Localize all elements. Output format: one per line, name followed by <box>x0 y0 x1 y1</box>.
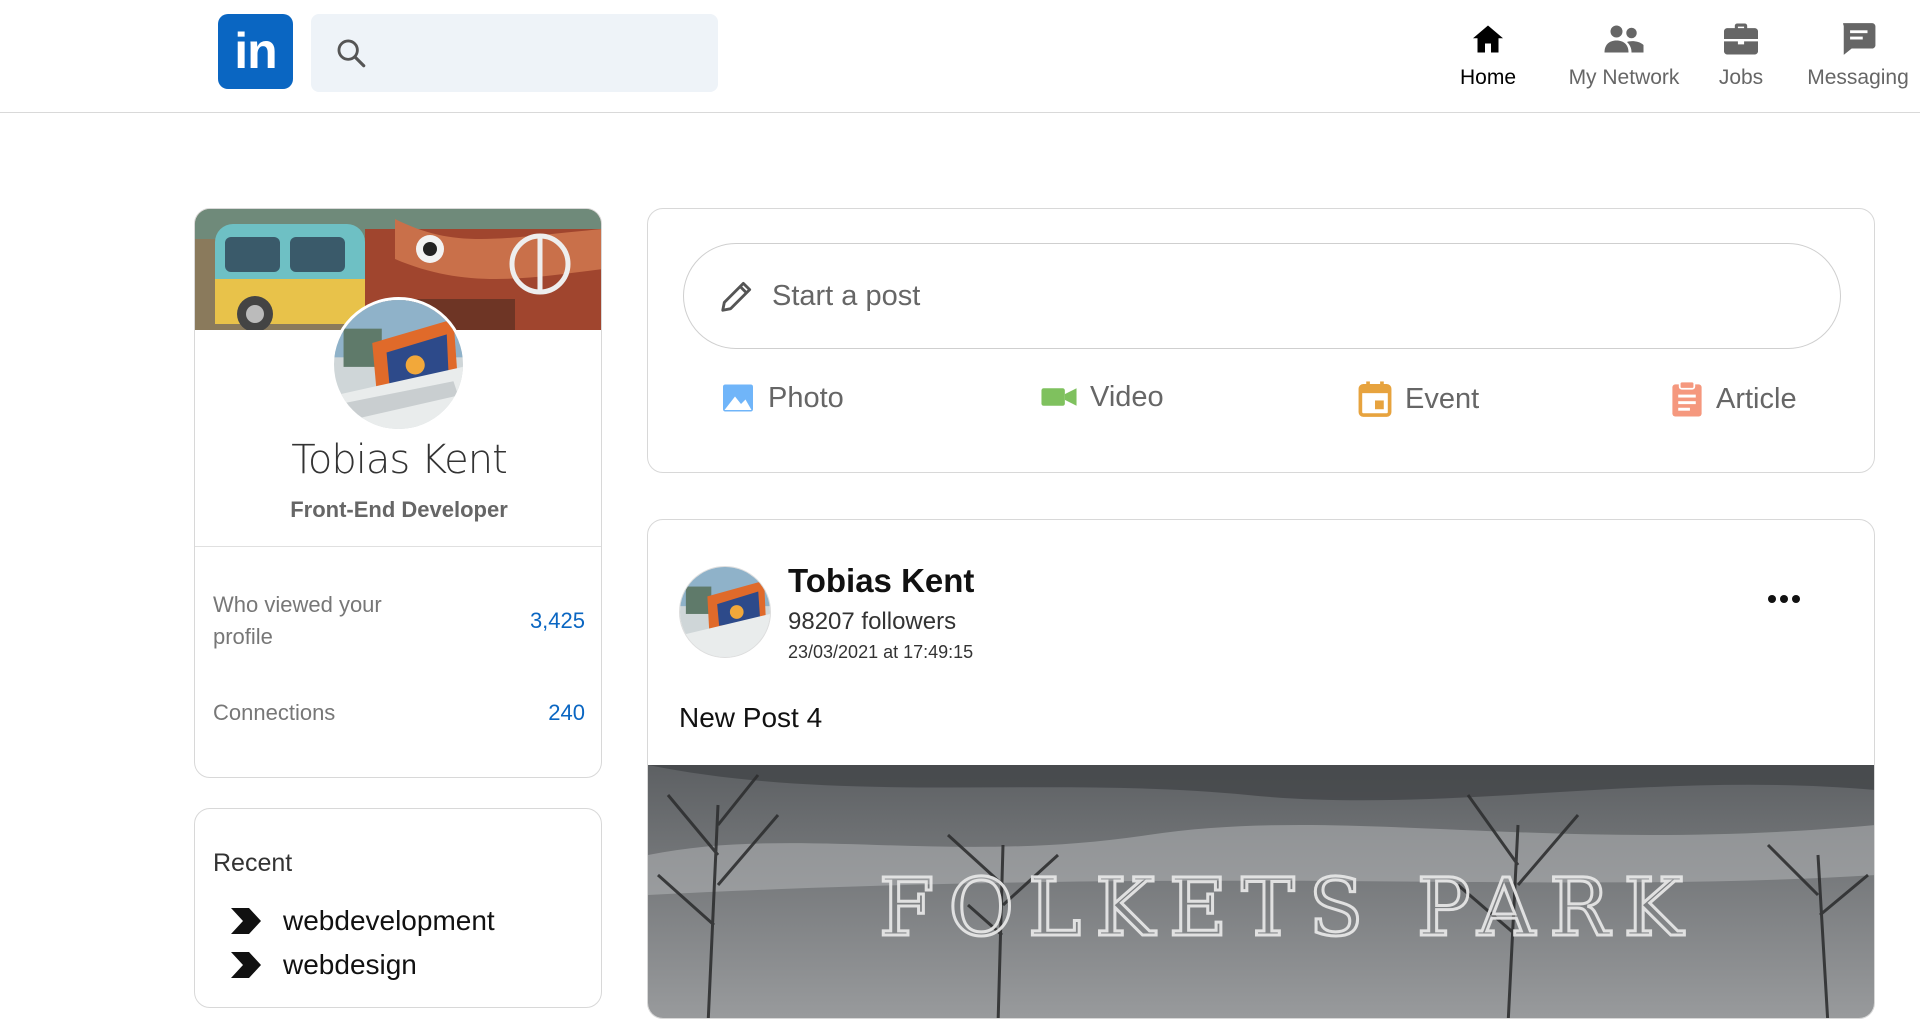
stat-connections-label: Connections <box>213 700 336 725</box>
recent-item[interactable]: webdevelopment <box>231 905 495 937</box>
stat-profile-viewers-label: Who viewed your profile <box>213 592 382 649</box>
feed-post: Tobias Kent 98207 followers 23/03/2021 a… <box>647 519 1875 1019</box>
profile-divider <box>195 546 601 547</box>
start-post-input[interactable]: Start a post <box>683 243 1841 349</box>
nav-home-label: Home <box>1459 66 1517 89</box>
start-post-placeholder: Start a post <box>772 279 921 312</box>
search-icon <box>337 39 366 68</box>
profile-card: Tobias Kent Front-End Developer Who view… <box>194 208 602 778</box>
home-icon <box>1473 25 1503 53</box>
main-nav: Home My Network Jobs Messaging <box>1434 18 1920 98</box>
hashtag-chevron-icon <box>231 952 261 978</box>
nav-my-network[interactable]: My Network <box>1558 18 1690 98</box>
article-button-label: Article <box>1716 382 1797 415</box>
post-text: New Post 4 <box>679 702 823 733</box>
nav-messaging[interactable]: Messaging <box>1798 18 1918 98</box>
photo-button[interactable]: Photo <box>720 380 844 416</box>
post-author-avatar[interactable] <box>679 566 771 658</box>
recent-item-label: webdevelopment <box>283 905 495 936</box>
event-icon <box>1358 381 1392 417</box>
event-button-label: Event <box>1405 382 1480 415</box>
nav-jobs[interactable]: Jobs <box>1700 18 1782 98</box>
more-dots-icon <box>1768 595 1800 603</box>
stat-connections-value: 240 <box>548 700 585 725</box>
post-author-name[interactable]: Tobias Kent <box>788 562 974 600</box>
recent-item-label: webdesign <box>283 949 417 980</box>
stat-profile-viewers[interactable]: Who viewed your profile 3,425 <box>213 589 585 653</box>
nav-jobs-label: Jobs <box>1718 66 1764 89</box>
nav-messaging-label: Messaging <box>1807 66 1909 89</box>
article-icon <box>1672 380 1702 417</box>
nav-home[interactable]: Home <box>1434 18 1542 98</box>
recent-item[interactable]: webdesign <box>231 949 417 981</box>
video-button-label: Video <box>1090 380 1164 413</box>
post-image[interactable]: FOLKETS PARK <box>648 765 1875 1019</box>
message-icon <box>1843 23 1876 55</box>
recent-title: Recent <box>213 849 293 877</box>
hashtag-chevron-icon <box>231 908 261 934</box>
search-box[interactable] <box>311 14 718 92</box>
video-icon <box>1041 388 1077 406</box>
video-button[interactable]: Video <box>1040 380 1164 414</box>
event-button[interactable]: Event <box>1357 380 1479 418</box>
post-image-sign-text: FOLKETS PARK <box>879 861 1697 954</box>
profile-avatar[interactable] <box>331 297 466 432</box>
network-icon <box>1604 25 1644 53</box>
post-author-followers: 98207 followers <box>788 608 957 635</box>
linkedin-logo[interactable]: in <box>218 14 293 89</box>
profile-name[interactable]: Tobias Kent <box>195 437 601 483</box>
search-input[interactable] <box>380 22 704 84</box>
pencil-icon <box>721 281 752 312</box>
post-more-options-button[interactable] <box>1764 584 1804 614</box>
photo-button-label: Photo <box>768 381 844 414</box>
photo-icon <box>723 384 753 412</box>
post-timestamp: 23/03/2021 at 17:49:15 <box>788 642 974 662</box>
stat-connections[interactable]: Connections 240 <box>213 697 585 729</box>
briefcase-icon <box>1724 23 1758 55</box>
article-button[interactable]: Article <box>1670 380 1797 418</box>
profile-headline: Front-End Developer <box>290 497 508 522</box>
nav-my-network-label: My Network <box>1568 66 1680 89</box>
post-composer: Start a post <box>647 208 1875 473</box>
recent-card: Recent webdevelopment webdesign <box>194 808 602 1008</box>
stat-profile-viewers-value: 3,425 <box>529 608 585 633</box>
top-nav-bar: in Home My Network Jobs Messaging <box>0 0 1920 113</box>
